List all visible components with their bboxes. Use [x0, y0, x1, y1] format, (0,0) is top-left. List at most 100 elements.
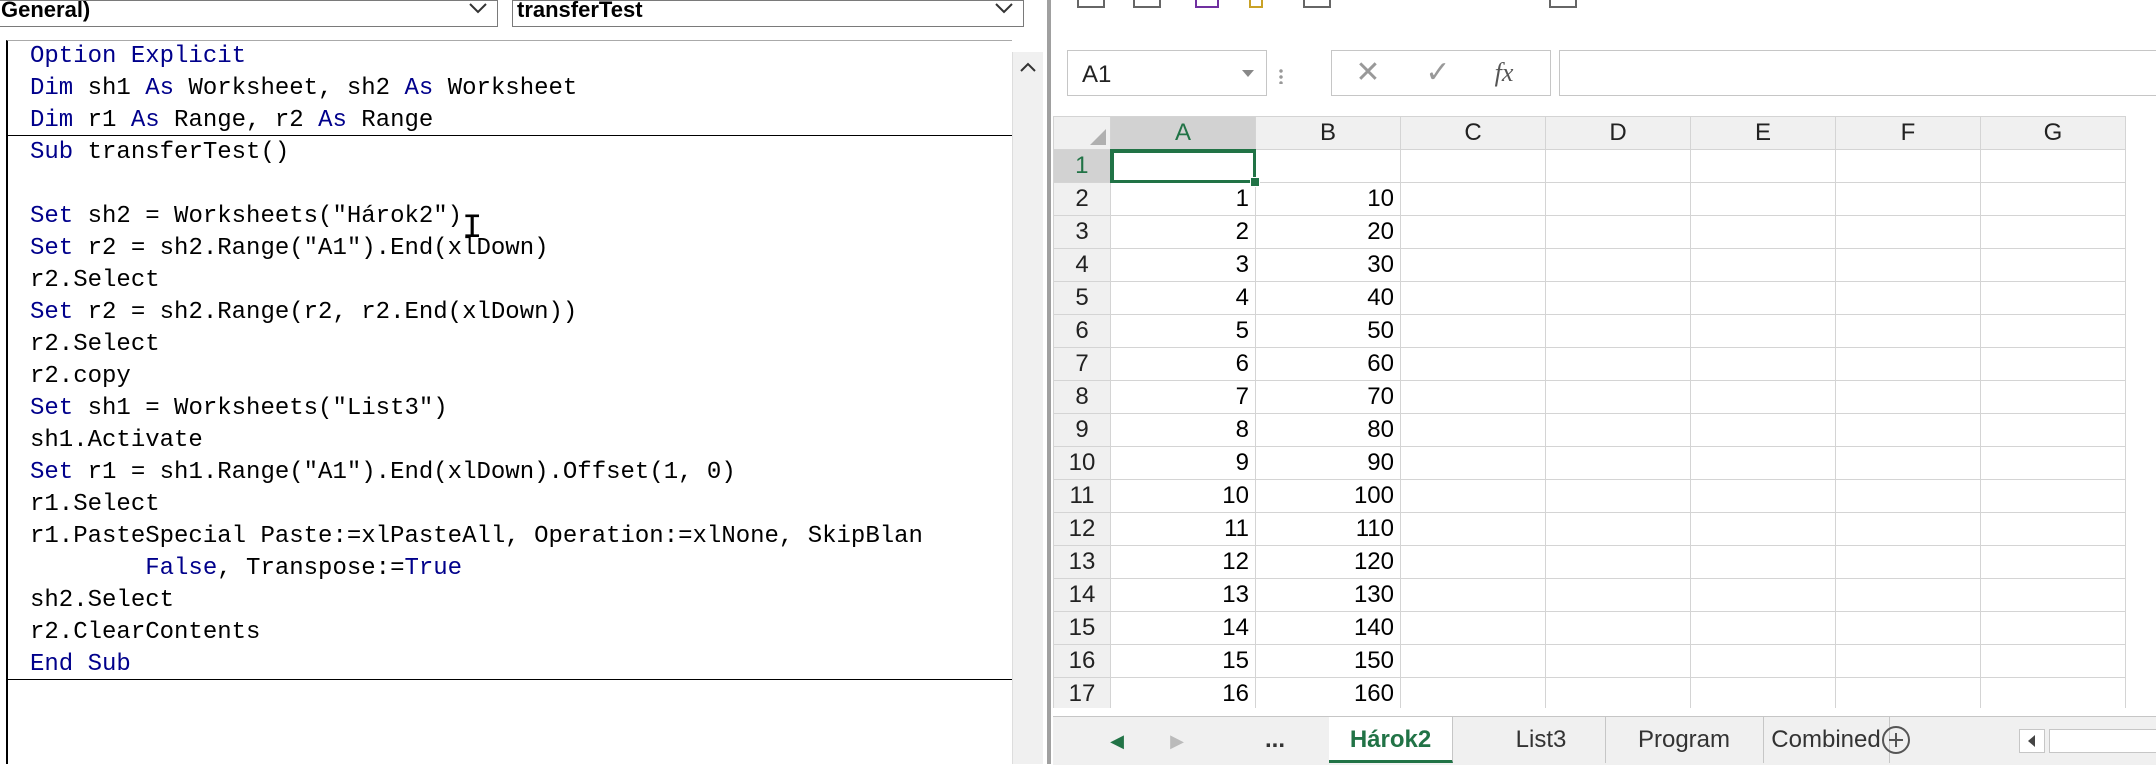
code-line[interactable]: Option Explicit [30, 41, 923, 73]
sheet-tab[interactable]: Hárok2 [1329, 717, 1453, 763]
scroll-up-icon[interactable] [1016, 56, 1040, 78]
cell-b16[interactable]: 150 [1255, 644, 1401, 678]
code-line[interactable]: r2.Select [30, 329, 923, 361]
object-combobox[interactable]: General) [0, 0, 498, 27]
cell-a11[interactable]: 10 [1110, 479, 1256, 513]
code-line[interactable]: Set r2 = sh2.Range(r2, r2.End(xlDown)) [30, 297, 923, 329]
cell[interactable] [1400, 380, 1546, 414]
chevron-down-icon[interactable] [465, 0, 491, 21]
cell-a5[interactable]: 4 [1110, 281, 1256, 315]
cell[interactable] [1980, 380, 2126, 414]
scroll-tabs-left-icon[interactable]: ◀ [1107, 731, 1127, 751]
code-window[interactable]: Option Explicit Dim sh1 As Worksheet, sh2… [6, 40, 1012, 764]
cell-a4[interactable]: 3 [1110, 248, 1256, 282]
code-line[interactable]: r2.ClearContents [30, 617, 923, 649]
cell[interactable] [1690, 248, 1836, 282]
cell[interactable] [1690, 677, 1836, 708]
scroll-left-icon[interactable] [2020, 730, 2044, 752]
cell-b9[interactable]: 80 [1255, 413, 1401, 447]
cell[interactable] [1690, 578, 1836, 612]
row-header[interactable]: 8 [1053, 380, 1111, 414]
cell[interactable] [1835, 314, 1981, 348]
cell[interactable] [1400, 215, 1546, 249]
cell[interactable] [1835, 446, 1981, 480]
code-line[interactable]: False, Transpose:=True [30, 553, 923, 585]
cell[interactable] [1400, 149, 1546, 183]
cell[interactable] [1980, 347, 2126, 381]
cell[interactable] [1400, 248, 1546, 282]
cell[interactable] [1400, 545, 1546, 579]
cell[interactable] [1835, 380, 1981, 414]
worksheet-grid[interactable]: ABCDEFG 1 2 1 10 3 2 20 4 3 30 5 4 40 6 5 50 7 6 60 8 7 70 9 8 8… [1053, 116, 2156, 708]
cell[interactable] [1835, 347, 1981, 381]
cell-a1[interactable] [1110, 149, 1260, 187]
cell-b17[interactable]: 160 [1255, 677, 1401, 708]
row-header[interactable]: 10 [1053, 446, 1111, 480]
cell[interactable] [1690, 479, 1836, 513]
cell[interactable] [1835, 545, 1981, 579]
print-icon[interactable] [1303, 0, 1331, 8]
column-header-f[interactable]: F [1835, 116, 1981, 150]
cell[interactable] [1545, 578, 1691, 612]
cell-b12[interactable]: 110 [1255, 512, 1401, 546]
cell-a3[interactable]: 2 [1110, 215, 1256, 249]
cell[interactable] [1545, 677, 1691, 708]
cell[interactable] [1980, 413, 2126, 447]
row-header[interactable]: 6 [1053, 314, 1111, 348]
cell[interactable] [1980, 281, 2126, 315]
cell-a6[interactable]: 5 [1110, 314, 1256, 348]
cancel-icon[interactable]: ✕ [1348, 55, 1388, 91]
cell-a13[interactable]: 12 [1110, 545, 1256, 579]
cell-b8[interactable]: 70 [1255, 380, 1401, 414]
cell[interactable] [1690, 512, 1836, 546]
row-header[interactable]: 5 [1053, 281, 1111, 315]
cell[interactable] [1400, 281, 1546, 315]
cell[interactable] [1545, 545, 1691, 579]
cell-b11[interactable]: 100 [1255, 479, 1401, 513]
cell[interactable] [1690, 347, 1836, 381]
cell[interactable] [1835, 149, 1981, 183]
cell[interactable] [1980, 512, 2126, 546]
cell[interactable] [1545, 182, 1691, 216]
cell[interactable] [1545, 611, 1691, 645]
form-icon[interactable] [1195, 0, 1219, 8]
cell-a10[interactable]: 9 [1110, 446, 1256, 480]
cell-b13[interactable]: 120 [1255, 545, 1401, 579]
cell[interactable] [1690, 182, 1836, 216]
cell-b10[interactable]: 90 [1255, 446, 1401, 480]
cell-b7[interactable]: 60 [1255, 347, 1401, 381]
row-header[interactable]: 7 [1053, 347, 1111, 381]
cell[interactable] [1690, 611, 1836, 645]
cell-grid[interactable]: ABCDEFG 1 2 1 10 3 2 20 4 3 30 5 4 40 6 5 50 7 6 60 8 7 70 9 8 8… [1053, 116, 2126, 708]
cell[interactable] [1400, 446, 1546, 480]
code-line[interactable]: sh1.Activate [30, 425, 923, 457]
row-header[interactable]: 1 [1053, 149, 1112, 183]
cell-a15[interactable]: 14 [1110, 611, 1256, 645]
cell[interactable] [1545, 644, 1691, 678]
cell-a16[interactable]: 15 [1110, 644, 1256, 678]
cell[interactable] [1545, 281, 1691, 315]
cell[interactable] [1690, 380, 1836, 414]
cell[interactable] [1835, 215, 1981, 249]
cell[interactable] [1400, 314, 1546, 348]
code-text[interactable]: Option Explicit Dim sh1 As Worksheet, sh2… [30, 41, 923, 681]
cell[interactable] [1980, 479, 2126, 513]
cell[interactable] [1835, 479, 1981, 513]
cell[interactable] [1545, 314, 1691, 348]
cell[interactable] [1980, 182, 2126, 216]
save-icon[interactable] [1077, 0, 1105, 8]
cell[interactable] [1835, 611, 1981, 645]
enter-icon[interactable]: ✓ [1418, 55, 1458, 91]
cell[interactable] [1835, 578, 1981, 612]
resize-grip[interactable] [1279, 68, 1283, 84]
cell[interactable] [1545, 446, 1691, 480]
cell[interactable] [1980, 578, 2126, 612]
cell-a9[interactable]: 8 [1110, 413, 1256, 447]
cell-a17[interactable]: 16 [1110, 677, 1256, 708]
cell[interactable] [1545, 149, 1691, 183]
chevron-down-icon[interactable] [991, 0, 1017, 21]
fill-handle[interactable] [1250, 177, 1260, 187]
cell[interactable] [1835, 413, 1981, 447]
column-header-c[interactable]: C [1400, 116, 1546, 150]
row-header[interactable]: 4 [1053, 248, 1111, 282]
